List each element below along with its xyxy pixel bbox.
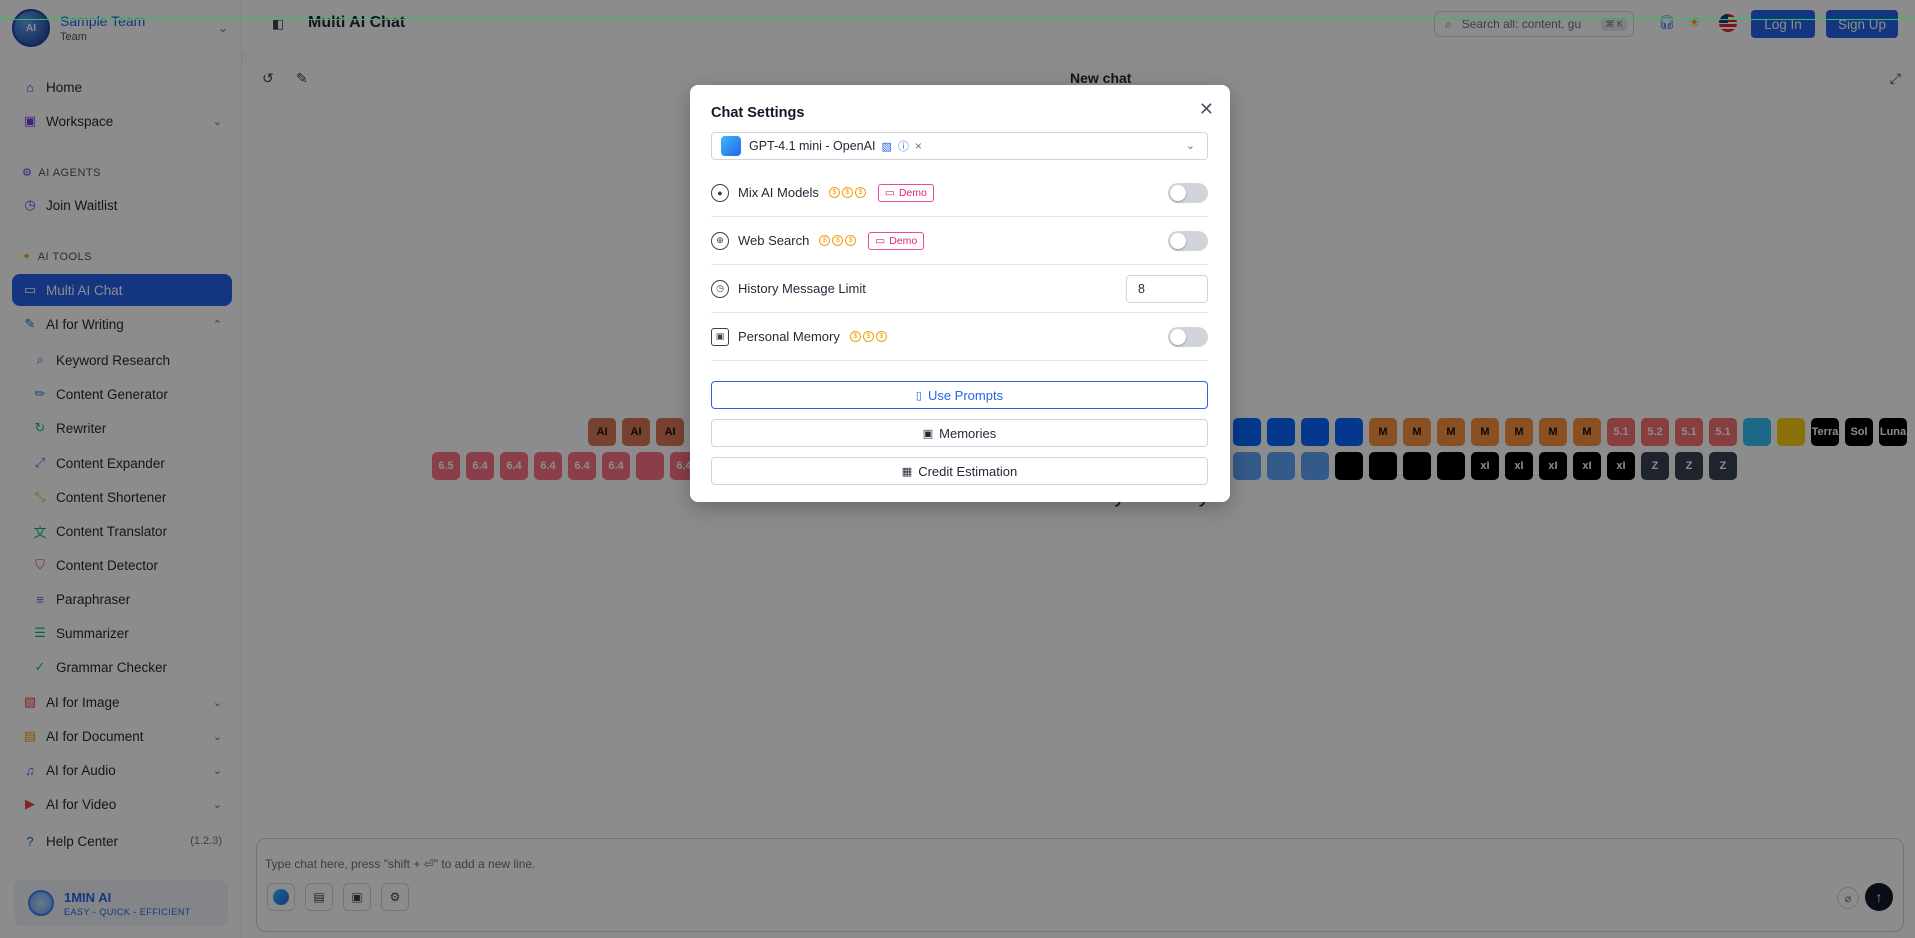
model-chip-label: GPT-4.1 mini - OpenAI — [749, 139, 876, 153]
memory-icon: ▣ — [922, 427, 934, 440]
setting-mix-ai-models: ● Mix AI Models $ $ $ ▭ Demo — [711, 169, 1208, 217]
chevron-down-icon: ⌄ — [1185, 140, 1195, 152]
remove-model-icon[interactable]: × — [915, 139, 922, 153]
video-icon: ▭ — [875, 234, 886, 247]
user-icon: ● — [711, 183, 729, 202]
setting-web-search: ⊕ Web Search $ $ $ ▭ Demo — [711, 217, 1208, 265]
video-icon: ▭ — [884, 186, 895, 199]
model-select[interactable]: GPT-4.1 mini - OpenAI ▧ ⓘ × ⌄ — [711, 132, 1208, 160]
calculator-icon: ▦ — [901, 465, 913, 478]
highlight-line — [0, 19, 1915, 20]
credit-coins: $ $ $ — [849, 331, 887, 342]
web-search-toggle[interactable] — [1168, 230, 1208, 251]
credit-estimation-button[interactable]: ▦ Credit Estimation — [711, 457, 1208, 485]
openai-logo — [721, 136, 741, 156]
demo-badge[interactable]: ▭ Demo — [868, 231, 925, 250]
demo-badge[interactable]: ▭ Demo — [877, 183, 934, 202]
credit-coins: $ $ $ — [828, 187, 866, 198]
mix-ai-models-toggle[interactable] — [1168, 182, 1208, 203]
chat-settings-modal: Chat Settings ✕ GPT-4.1 mini - OpenAI ▧ … — [690, 85, 1230, 502]
close-icon[interactable]: ✕ — [1199, 99, 1214, 120]
document-icon: ▯ — [915, 389, 922, 402]
memories-button[interactable]: ▣ Memories — [711, 419, 1208, 447]
modal-title: Chat Settings — [711, 105, 805, 121]
setting-history-limit: ◷ History Message Limit 8 — [711, 265, 1208, 313]
memory-icon: ▣ — [711, 327, 729, 346]
globe-icon: ⊕ — [711, 231, 729, 250]
history-icon: ◷ — [711, 279, 729, 298]
info-icon[interactable]: ⓘ — [898, 138, 909, 154]
use-prompts-button[interactable]: ▯ Use Prompts — [711, 381, 1208, 409]
image-capability-icon: ▧ — [881, 140, 892, 153]
setting-personal-memory: ▣ Personal Memory $ $ $ — [711, 313, 1208, 361]
personal-memory-toggle[interactable] — [1168, 326, 1208, 347]
history-limit-input[interactable]: 8 — [1126, 274, 1208, 303]
credit-coins: $ $ $ — [819, 235, 857, 246]
